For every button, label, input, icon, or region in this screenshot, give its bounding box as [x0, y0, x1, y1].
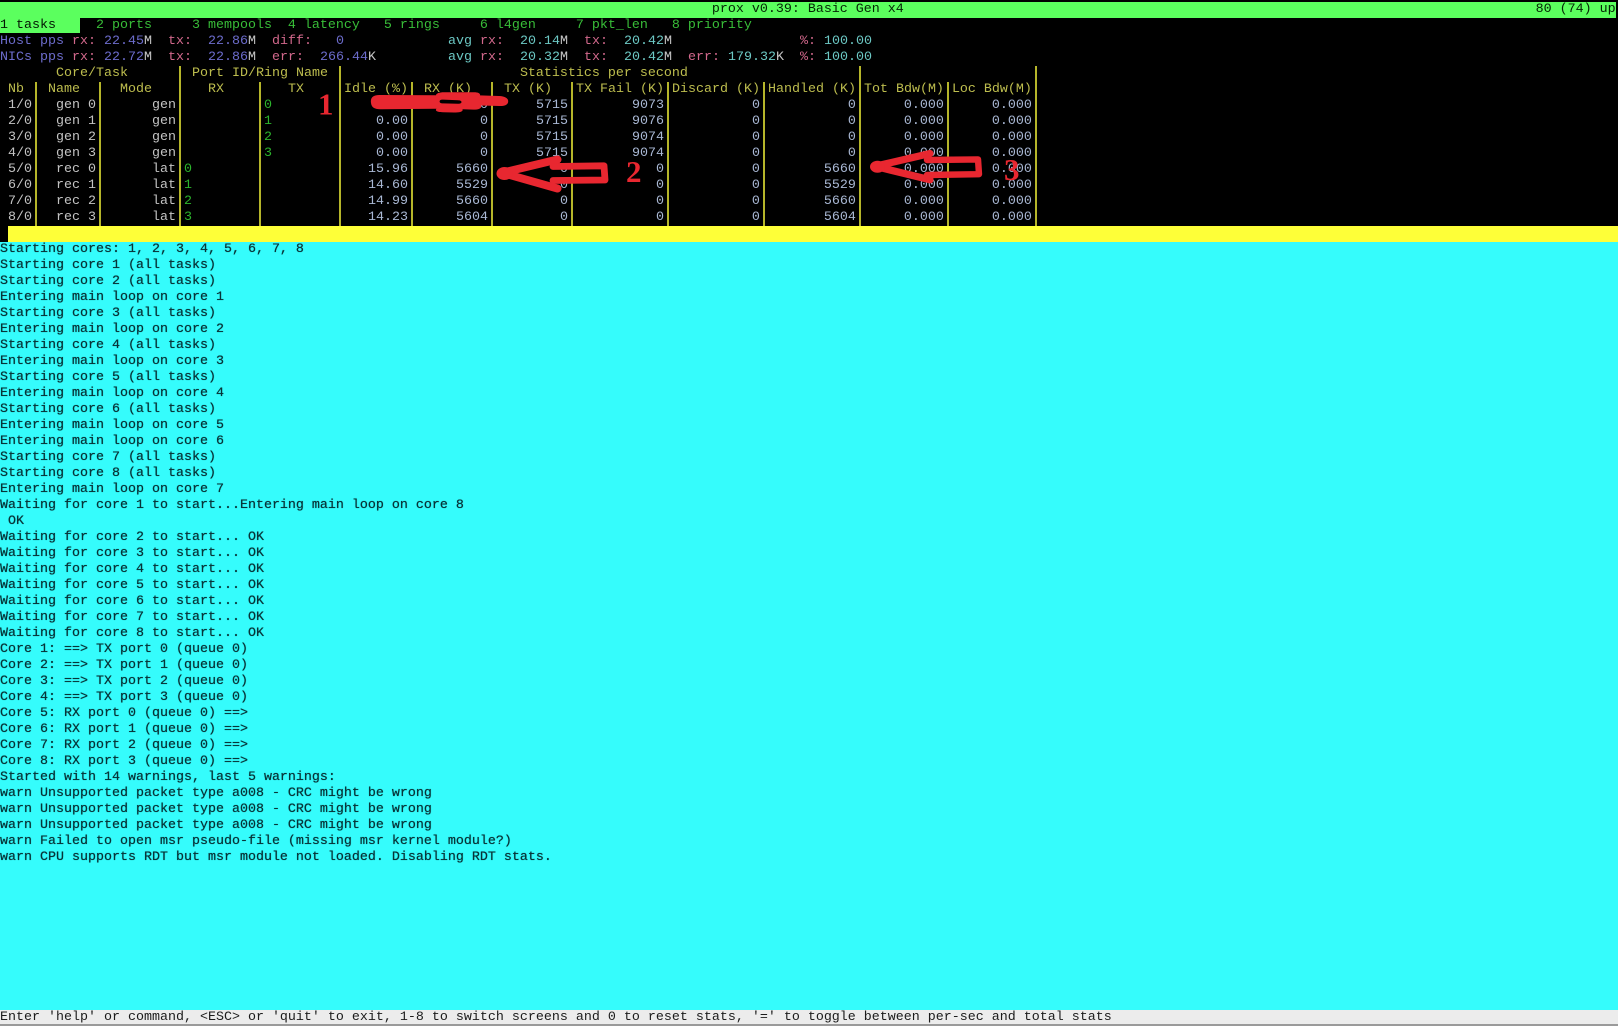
svg-text:2: 2	[626, 154, 642, 189]
svg-text:3: 3	[1004, 152, 1020, 187]
svg-text:1: 1	[318, 87, 334, 122]
